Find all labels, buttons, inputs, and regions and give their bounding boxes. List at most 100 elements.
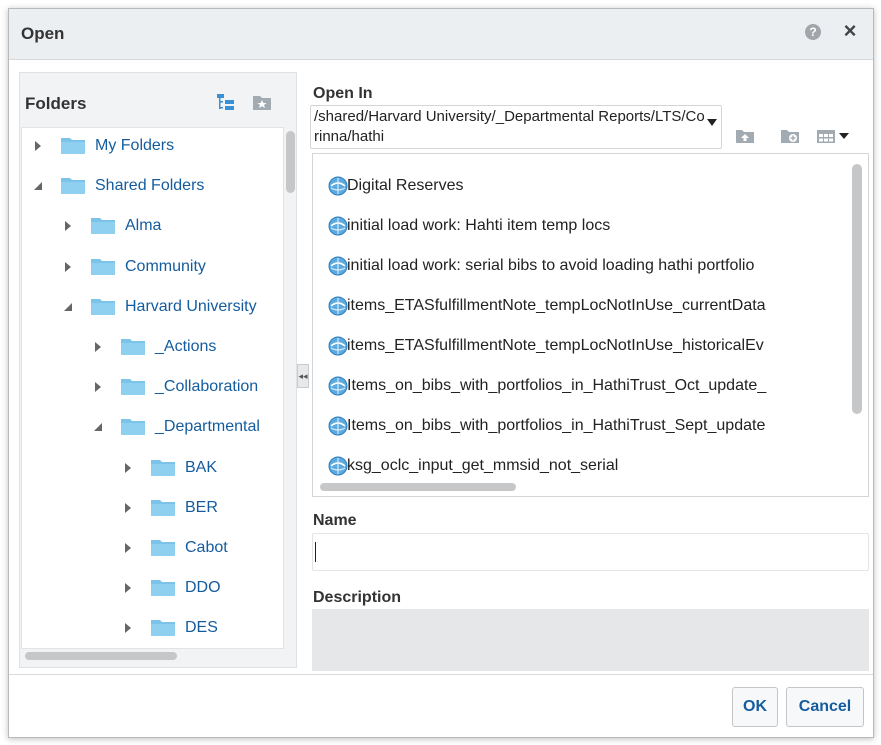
folder-icon xyxy=(91,258,115,275)
expand-triangle-icon[interactable] xyxy=(94,335,104,359)
new-folder-icon[interactable] xyxy=(780,129,800,143)
catalog-item[interactable]: initial load work: serial bibs to avoid … xyxy=(328,253,848,279)
text-cursor xyxy=(315,542,316,562)
folder-tree-label[interactable]: My Folders xyxy=(95,134,174,158)
folder-icon xyxy=(151,580,175,597)
chevron-down-icon[interactable] xyxy=(707,119,717,126)
expand-triangle-icon[interactable] xyxy=(124,616,134,640)
folder-tree[interactable]: My Folders Shared Folders Alma Community Har… xyxy=(21,127,284,649)
folder-tree-label[interactable]: Cabot xyxy=(185,536,228,560)
folder-tree-label[interactable]: DES xyxy=(185,616,218,640)
expand-triangle-icon[interactable] xyxy=(64,255,74,279)
expand-triangle-icon[interactable] xyxy=(94,375,104,399)
up-folder-icon[interactable] xyxy=(735,129,755,143)
collapse-triangle-icon[interactable] xyxy=(34,174,44,198)
folders-title: Folders xyxy=(25,94,87,113)
folder-tree-item[interactable]: DES xyxy=(22,616,282,640)
catalog-item-label: items_ETASfulfillmentNote_tempLocNotInUs… xyxy=(347,337,764,354)
folder-tree-item[interactable]: _Departmental xyxy=(22,415,282,439)
folder-tree-label[interactable]: _Collaboration xyxy=(155,375,258,399)
collapse-triangle-icon[interactable] xyxy=(64,295,74,319)
folder-tree-item[interactable]: Alma xyxy=(22,214,282,238)
analysis-globe-icon xyxy=(328,416,348,436)
folder-tree-item[interactable]: _Actions xyxy=(22,335,282,359)
expand-triangle-icon[interactable] xyxy=(34,134,44,158)
analysis-globe-icon xyxy=(328,216,348,236)
folder-tree-item[interactable]: Cabot xyxy=(22,536,282,560)
folder-icon xyxy=(121,379,145,396)
catalog-item-label: items_ETASfulfillmentNote_tempLocNotInUs… xyxy=(347,297,766,314)
catalog-item[interactable]: Digital Reserves xyxy=(328,173,848,199)
expand-triangle-icon[interactable] xyxy=(124,536,134,560)
footer-divider xyxy=(9,674,873,675)
folder-tree-label[interactable]: Alma xyxy=(125,214,161,238)
catalog-item[interactable]: Items_on_bibs_with_portfolios_in_HathiTr… xyxy=(328,373,848,399)
open-in-path-select[interactable]: /shared/Harvard University/_Departmental… xyxy=(310,105,722,149)
hierarchy-icon[interactable] xyxy=(216,92,236,112)
catalog-item[interactable]: ksg_oclc_input_get_mmsid_not_serial xyxy=(328,453,848,476)
folder-icon xyxy=(61,138,85,154)
folder-tree-label[interactable]: DDO xyxy=(185,576,221,600)
folder-icon xyxy=(91,218,115,235)
analysis-globe-icon xyxy=(328,176,348,196)
item-list-horizontal-scrollbar[interactable] xyxy=(320,483,516,491)
description-label: Description xyxy=(313,589,402,606)
analysis-globe-icon xyxy=(328,336,348,356)
folder-tree-item[interactable]: My Folders xyxy=(22,134,282,158)
folder-tree-label[interactable]: Harvard University xyxy=(125,295,257,319)
folder-icon xyxy=(91,298,115,315)
folder-tree-item[interactable]: Shared Folders xyxy=(22,174,282,198)
help-icon[interactable]: ? xyxy=(805,24,821,40)
open-in-path-value: /shared/Harvard University/_Departmental… xyxy=(314,108,705,145)
item-list-vertical-scrollbar[interactable] xyxy=(852,164,862,414)
catalog-item[interactable]: items_ETASfulfillmentNote_tempLocNotInUs… xyxy=(328,333,848,359)
open-dialog: Open ? × Folders My Folders Shared Folder… xyxy=(8,8,874,738)
pane-collapse-handle[interactable]: ◂◂ xyxy=(297,364,309,388)
expand-triangle-icon[interactable] xyxy=(124,496,134,520)
close-icon[interactable]: × xyxy=(839,19,861,43)
folder-tree-vertical-scrollbar[interactable] xyxy=(286,131,295,193)
folder-tree-label[interactable]: _Actions xyxy=(155,335,216,359)
folder-icon xyxy=(151,459,175,476)
folder-tree-item[interactable]: DDO xyxy=(22,576,282,600)
folder-tree-item[interactable]: _Collaboration xyxy=(22,375,282,399)
folder-tree-item[interactable]: BAK xyxy=(22,456,282,480)
name-input[interactable] xyxy=(312,533,869,571)
folder-icon xyxy=(121,419,145,436)
folder-tree-label[interactable]: BER xyxy=(185,496,218,520)
expand-triangle-icon[interactable] xyxy=(64,214,74,238)
catalog-item-list-content: Digital Reserves initial load work: Hahti… xyxy=(313,154,848,476)
name-label: Name xyxy=(313,512,357,529)
view-options-icon[interactable] xyxy=(817,129,857,143)
folder-icon xyxy=(61,178,85,195)
folder-tree-label[interactable]: _Departmental xyxy=(155,415,260,439)
expand-triangle-icon[interactable] xyxy=(124,456,134,480)
catalog-item-list[interactable]: Digital Reserves initial load work: Hahti… xyxy=(312,153,869,497)
folders-pane: Folders My Folders Shared Folders Alma Comm… xyxy=(19,72,297,668)
analysis-globe-icon xyxy=(328,456,348,476)
catalog-item[interactable]: items_ETASfulfillmentNote_tempLocNotInUs… xyxy=(328,293,848,319)
ok-button[interactable]: OK xyxy=(732,687,778,727)
catalog-item-label: Digital Reserves xyxy=(347,177,464,194)
folder-icon xyxy=(151,540,175,556)
folder-tree-label[interactable]: Community xyxy=(125,255,206,279)
catalog-item-label: Items_on_bibs_with_portfolios_in_HathiTr… xyxy=(347,377,767,394)
catalog-item[interactable]: Items_on_bibs_with_portfolios_in_HathiTr… xyxy=(328,413,848,439)
catalog-item-label: Items_on_bibs_with_portfolios_in_HathiTr… xyxy=(347,417,766,434)
analysis-globe-icon xyxy=(328,296,348,316)
expand-triangle-icon[interactable] xyxy=(124,576,134,600)
favorites-folder-icon[interactable] xyxy=(252,93,272,111)
folder-tree-item[interactable]: Harvard University xyxy=(22,295,282,319)
collapse-triangle-icon[interactable] xyxy=(94,415,104,439)
catalog-item-label: initial load work: serial bibs to avoid … xyxy=(347,257,755,274)
folder-tree-item[interactable]: BER xyxy=(22,496,282,520)
folder-tree-item[interactable]: Community xyxy=(22,255,282,279)
folder-tree-horizontal-scrollbar[interactable] xyxy=(25,652,177,660)
catalog-item-label: ksg_oclc_input_get_mmsid_not_serial xyxy=(347,457,619,474)
folder-tree-label[interactable]: Shared Folders xyxy=(95,174,204,198)
cancel-button[interactable]: Cancel xyxy=(786,687,864,727)
folder-tree-label[interactable]: BAK xyxy=(185,456,217,480)
catalog-item[interactable]: initial load work: Hahti item temp locs xyxy=(328,213,848,239)
description-textarea[interactable] xyxy=(312,609,869,671)
analysis-globe-icon xyxy=(328,376,348,396)
